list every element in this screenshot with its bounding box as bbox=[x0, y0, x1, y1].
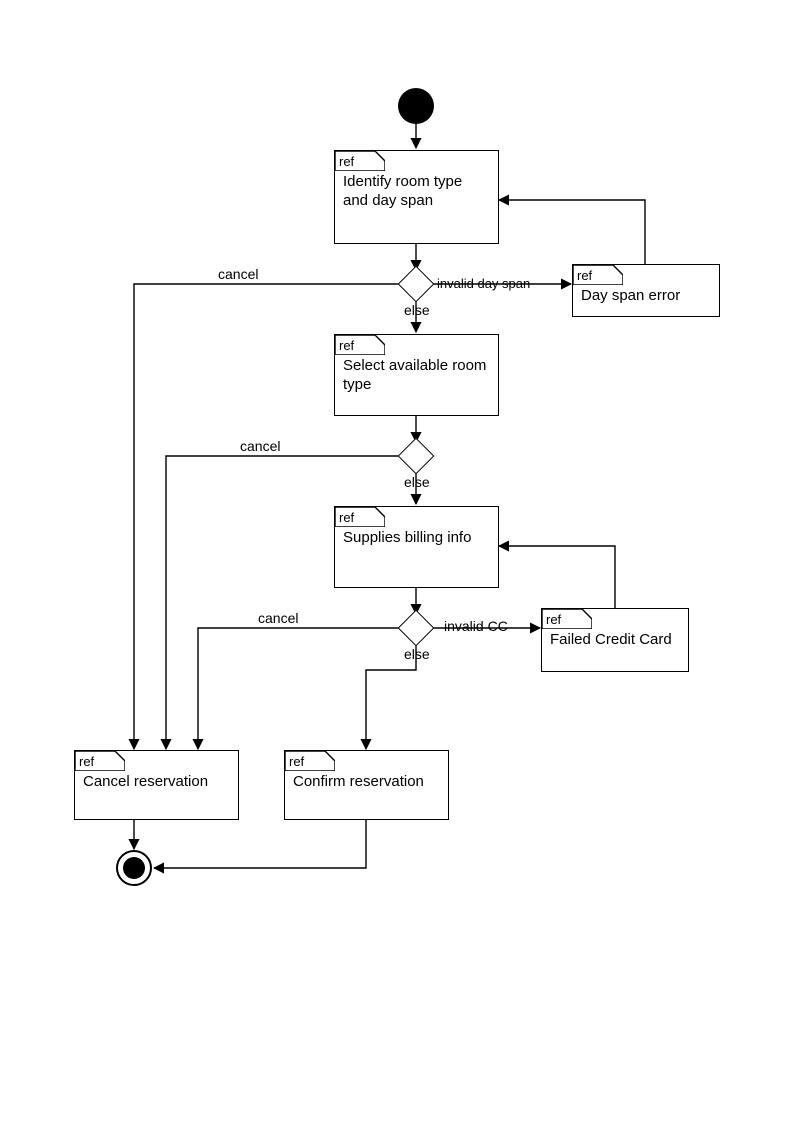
ref-failed-cc: ref Failed Credit Card bbox=[541, 608, 689, 672]
label-else-1: else bbox=[404, 302, 430, 318]
ref-tab-label: ref bbox=[285, 754, 304, 769]
ref-tab-label: ref bbox=[335, 510, 354, 525]
ref-body: Confirm reservation bbox=[293, 773, 440, 792]
ref-billing-info: ref Supplies billing info bbox=[334, 506, 499, 588]
ref-body: Failed Credit Card bbox=[550, 631, 680, 650]
label-cancel-2: cancel bbox=[240, 438, 280, 454]
ref-tab-label: ref bbox=[75, 754, 94, 769]
ref-tab-label: ref bbox=[542, 612, 561, 627]
ref-body: Identify room type and day span bbox=[343, 173, 490, 211]
ref-identify-room: ref Identify room type and day span bbox=[334, 150, 499, 244]
label-cancel-3: cancel bbox=[258, 610, 298, 626]
ref-body: Supplies billing info bbox=[343, 529, 490, 548]
decision-2 bbox=[403, 443, 429, 469]
label-else-2: else bbox=[404, 474, 430, 490]
diagram-canvas: ref Identify room type and day span ref … bbox=[0, 0, 800, 1131]
ref-dayspan-error: ref Day span error bbox=[572, 264, 720, 317]
ref-body: Cancel reservation bbox=[83, 773, 230, 792]
ref-confirm-reservation: ref Confirm reservation bbox=[284, 750, 449, 820]
label-invalid-cc: invalid CC bbox=[444, 618, 508, 634]
ref-body: Day span error bbox=[581, 287, 711, 306]
ref-tab-label: ref bbox=[335, 338, 354, 353]
ref-tab-label: ref bbox=[335, 154, 354, 169]
initial-node bbox=[398, 88, 434, 124]
ref-body: Select available room type bbox=[343, 357, 490, 395]
ref-cancel-reservation: ref Cancel reservation bbox=[74, 750, 239, 820]
decision-3 bbox=[403, 615, 429, 641]
label-cancel-1: cancel bbox=[218, 266, 258, 282]
ref-tab-label: ref bbox=[573, 268, 592, 283]
ref-select-room: ref Select available room type bbox=[334, 334, 499, 416]
decision-1 bbox=[403, 271, 429, 297]
label-else-3: else bbox=[404, 646, 430, 662]
final-node bbox=[116, 850, 152, 886]
label-invalid-day-span: invalid day span bbox=[437, 276, 530, 291]
